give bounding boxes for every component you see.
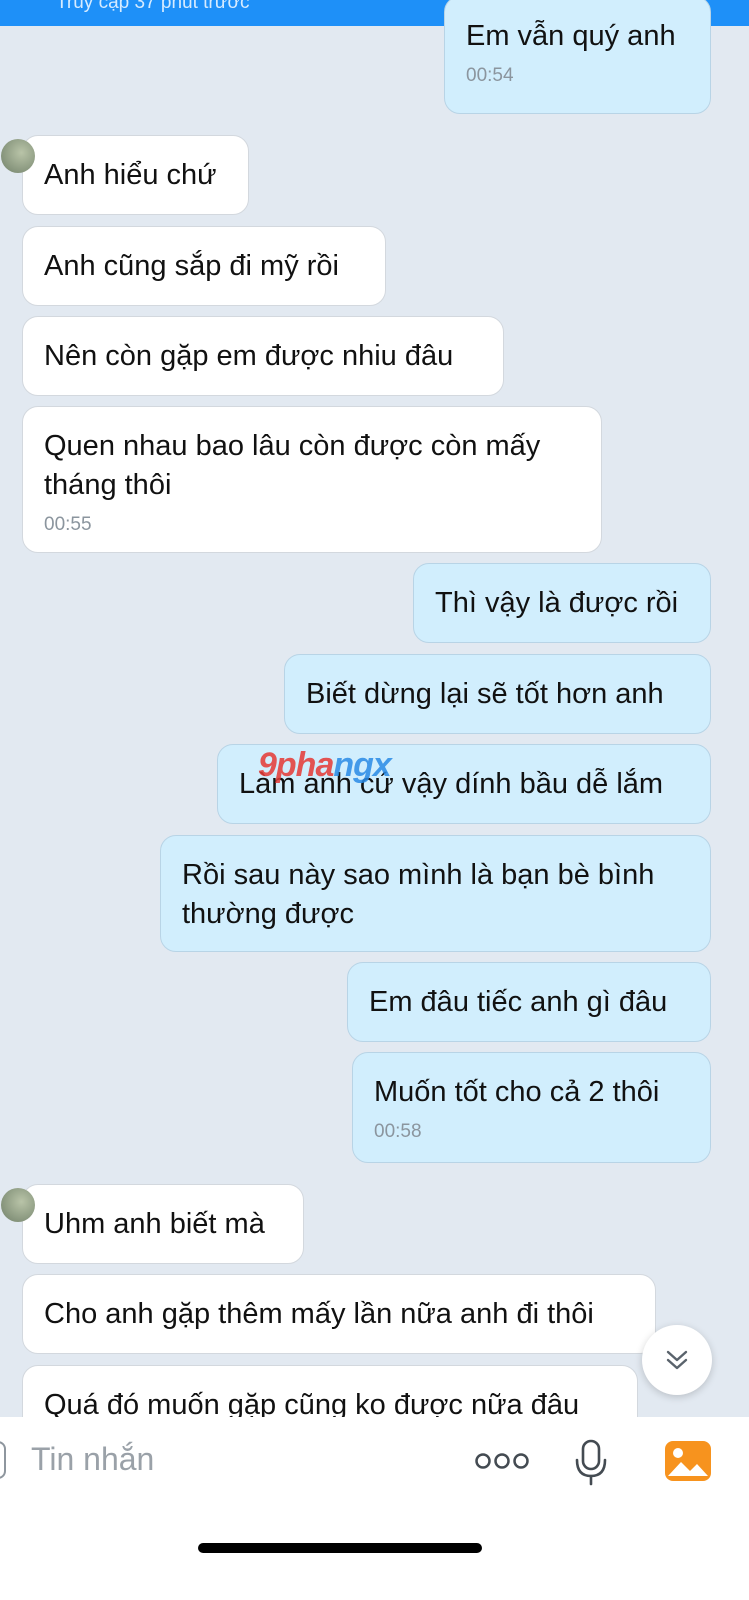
message-input[interactable]: Tin nhắn	[31, 1441, 154, 1478]
watermark-part-blue: ngx	[333, 746, 391, 784]
message-bubble-incoming[interactable]: Anh hiểu chứ	[1, 135, 249, 215]
avatar[interactable]	[1, 1188, 35, 1222]
message-text: Nên còn gặp em được nhiu đâu	[44, 340, 454, 372]
message-bubble-outgoing[interactable]: Thì vậy là được rồi	[413, 563, 711, 643]
message-bubble-incoming[interactable]: Uhm anh biết mà	[1, 1184, 304, 1264]
message-bubble-outgoing[interactable]: Em đâu tiếc anh gì đâu	[347, 962, 711, 1042]
message-bubble-incoming[interactable]: Anh cũng sắp đi mỹ rồi	[22, 226, 386, 306]
message-text: Rồi sau này sao mình là bạn bè bình thườ…	[182, 859, 655, 930]
message-text: Biết dừng lại sẽ tốt hơn anh	[306, 678, 664, 710]
watermark-logo: 9phangx	[258, 746, 392, 785]
message-text: Thì vậy là được rồi	[435, 587, 679, 619]
message-bubble-outgoing[interactable]: Muốn tốt cho cả 2 thôi 00:58	[352, 1052, 711, 1163]
message-text: Quen nhau bao lâu còn được còn mấy tháng…	[44, 430, 541, 501]
image-icon[interactable]	[664, 1440, 712, 1482]
message-bubble-outgoing[interactable]: Biết dừng lại sẽ tốt hơn anh	[284, 654, 711, 734]
message-time: 00:55	[44, 514, 92, 535]
message-text: Em vẫn quý anh	[466, 20, 676, 52]
message-text: Muốn tốt cho cả 2 thôi	[374, 1076, 660, 1108]
message-bubble-incoming[interactable]: Quen nhau bao lâu còn được còn mấy tháng…	[22, 406, 602, 553]
message-time: 00:54	[466, 65, 514, 86]
message-text: Cho anh gặp thêm mấy lần nữa anh đi thôi	[44, 1298, 594, 1330]
avatar[interactable]	[1, 139, 35, 173]
message-text: Anh hiểu chứ	[44, 159, 217, 191]
microphone-icon[interactable]	[574, 1438, 608, 1488]
message-bubble-outgoing[interactable]: Em vẫn quý anh 00:54	[444, 0, 711, 114]
last-seen-status: Truy cập 37 phút trước	[56, 0, 250, 13]
more-dots-icon[interactable]	[474, 1450, 530, 1472]
message-bubble-incoming[interactable]: Cho anh gặp thêm mấy lần nữa anh đi thôi	[22, 1274, 656, 1354]
message-bubble-outgoing[interactable]: Rồi sau này sao mình là bạn bè bình thườ…	[160, 835, 711, 952]
sticker-icon[interactable]	[0, 1441, 6, 1479]
message-bubble-incoming[interactable]: Nên còn gặp em được nhiu đâu	[22, 316, 504, 396]
message-text: Em đâu tiếc anh gì đâu	[369, 986, 668, 1018]
scroll-to-bottom-button[interactable]	[642, 1325, 712, 1395]
watermark-part-red: 9pha	[258, 746, 334, 784]
message-time: 00:58	[374, 1121, 422, 1142]
message-text: Anh cũng sắp đi mỹ rồi	[44, 250, 339, 282]
message-text: Uhm anh biết mà	[44, 1208, 265, 1240]
chevron-double-down-icon	[666, 1350, 688, 1370]
home-indicator	[198, 1543, 482, 1553]
